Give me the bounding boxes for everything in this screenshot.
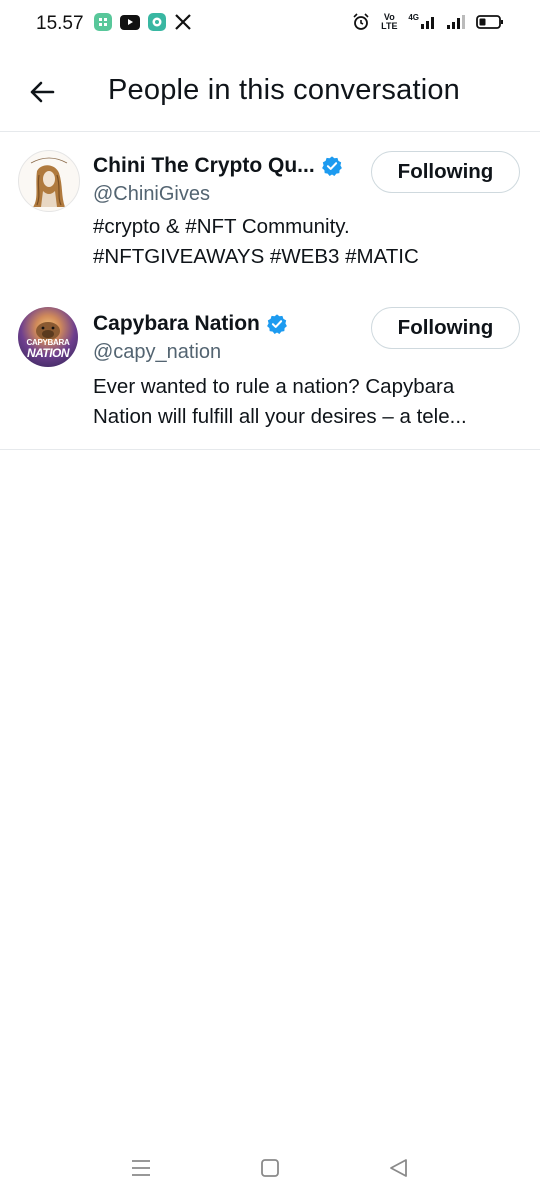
signal-icon [446,13,466,31]
messenger-icon [148,13,166,31]
battery-icon [476,13,504,31]
user-row[interactable]: CAPYBARA NATION Capybara Nation @capy_na… [0,290,540,450]
bio-line: #crypto & #NFT Community. [93,215,350,238]
user-name[interactable]: Capybara Nation [93,312,260,336]
following-button[interactable]: Following [371,151,520,193]
volte-label: Vo LTE [381,12,398,31]
home-button[interactable] [258,1156,282,1180]
user-name-line: Chini The Crypto Qu... [93,154,343,178]
avatar[interactable] [18,150,80,212]
list-divider [0,449,540,450]
volte-icon: Vo LTE [380,13,398,31]
bio-line: Nation will fulfill all your desires – a… [93,405,467,428]
user-handle[interactable]: @capy_nation [93,341,221,364]
header: People in this conversation [0,60,540,130]
user-bio: Ever wanted to rule a nation? Capybara N… [93,372,523,432]
following-button[interactable]: Following [371,307,520,349]
back-button[interactable] [24,74,60,110]
user-handle[interactable]: @ChiniGives [93,183,210,206]
system-nav-bar [0,1136,540,1200]
page-title: People in this conversation [108,74,460,106]
alarm-icon [352,13,370,31]
verified-badge-icon [321,156,342,176]
menu-button[interactable] [129,1156,153,1180]
network-label: 4G [408,13,419,22]
avatar-image [30,157,68,207]
x-icon [174,13,192,31]
avatar[interactable]: CAPYBARA NATION [18,307,78,367]
status-app-icons [94,13,192,31]
menu-icon [132,1160,150,1176]
status-bar: 15.57 Vo LTE 4G [0,0,540,48]
4g-signal-icon: 4G [408,13,436,31]
status-right-icons: Vo LTE 4G [352,13,504,31]
user-name-line: Capybara Nation [93,312,288,336]
user-bio: #crypto & #NFT Community. #NFTGIVEAWAYS … [93,212,523,272]
back-icon [390,1159,407,1177]
status-time: 15.57 [36,13,84,34]
bio-line: #NFTGIVEAWAYS #WEB3 #MATIC [93,245,419,268]
home-icon [261,1159,279,1177]
calculator-icon [94,13,112,31]
verified-badge-icon [266,314,287,334]
user-name[interactable]: Chini The Crypto Qu... [93,154,315,178]
youtube-icon [120,14,140,30]
user-row[interactable]: Chini The Crypto Qu... @ChiniGives #cryp… [0,132,540,282]
avatar-text-bottom: NATION [26,346,70,360]
back-nav-button[interactable] [386,1156,410,1180]
arrow-left-icon [30,81,55,103]
bio-line: Ever wanted to rule a nation? Capybara [93,375,455,398]
